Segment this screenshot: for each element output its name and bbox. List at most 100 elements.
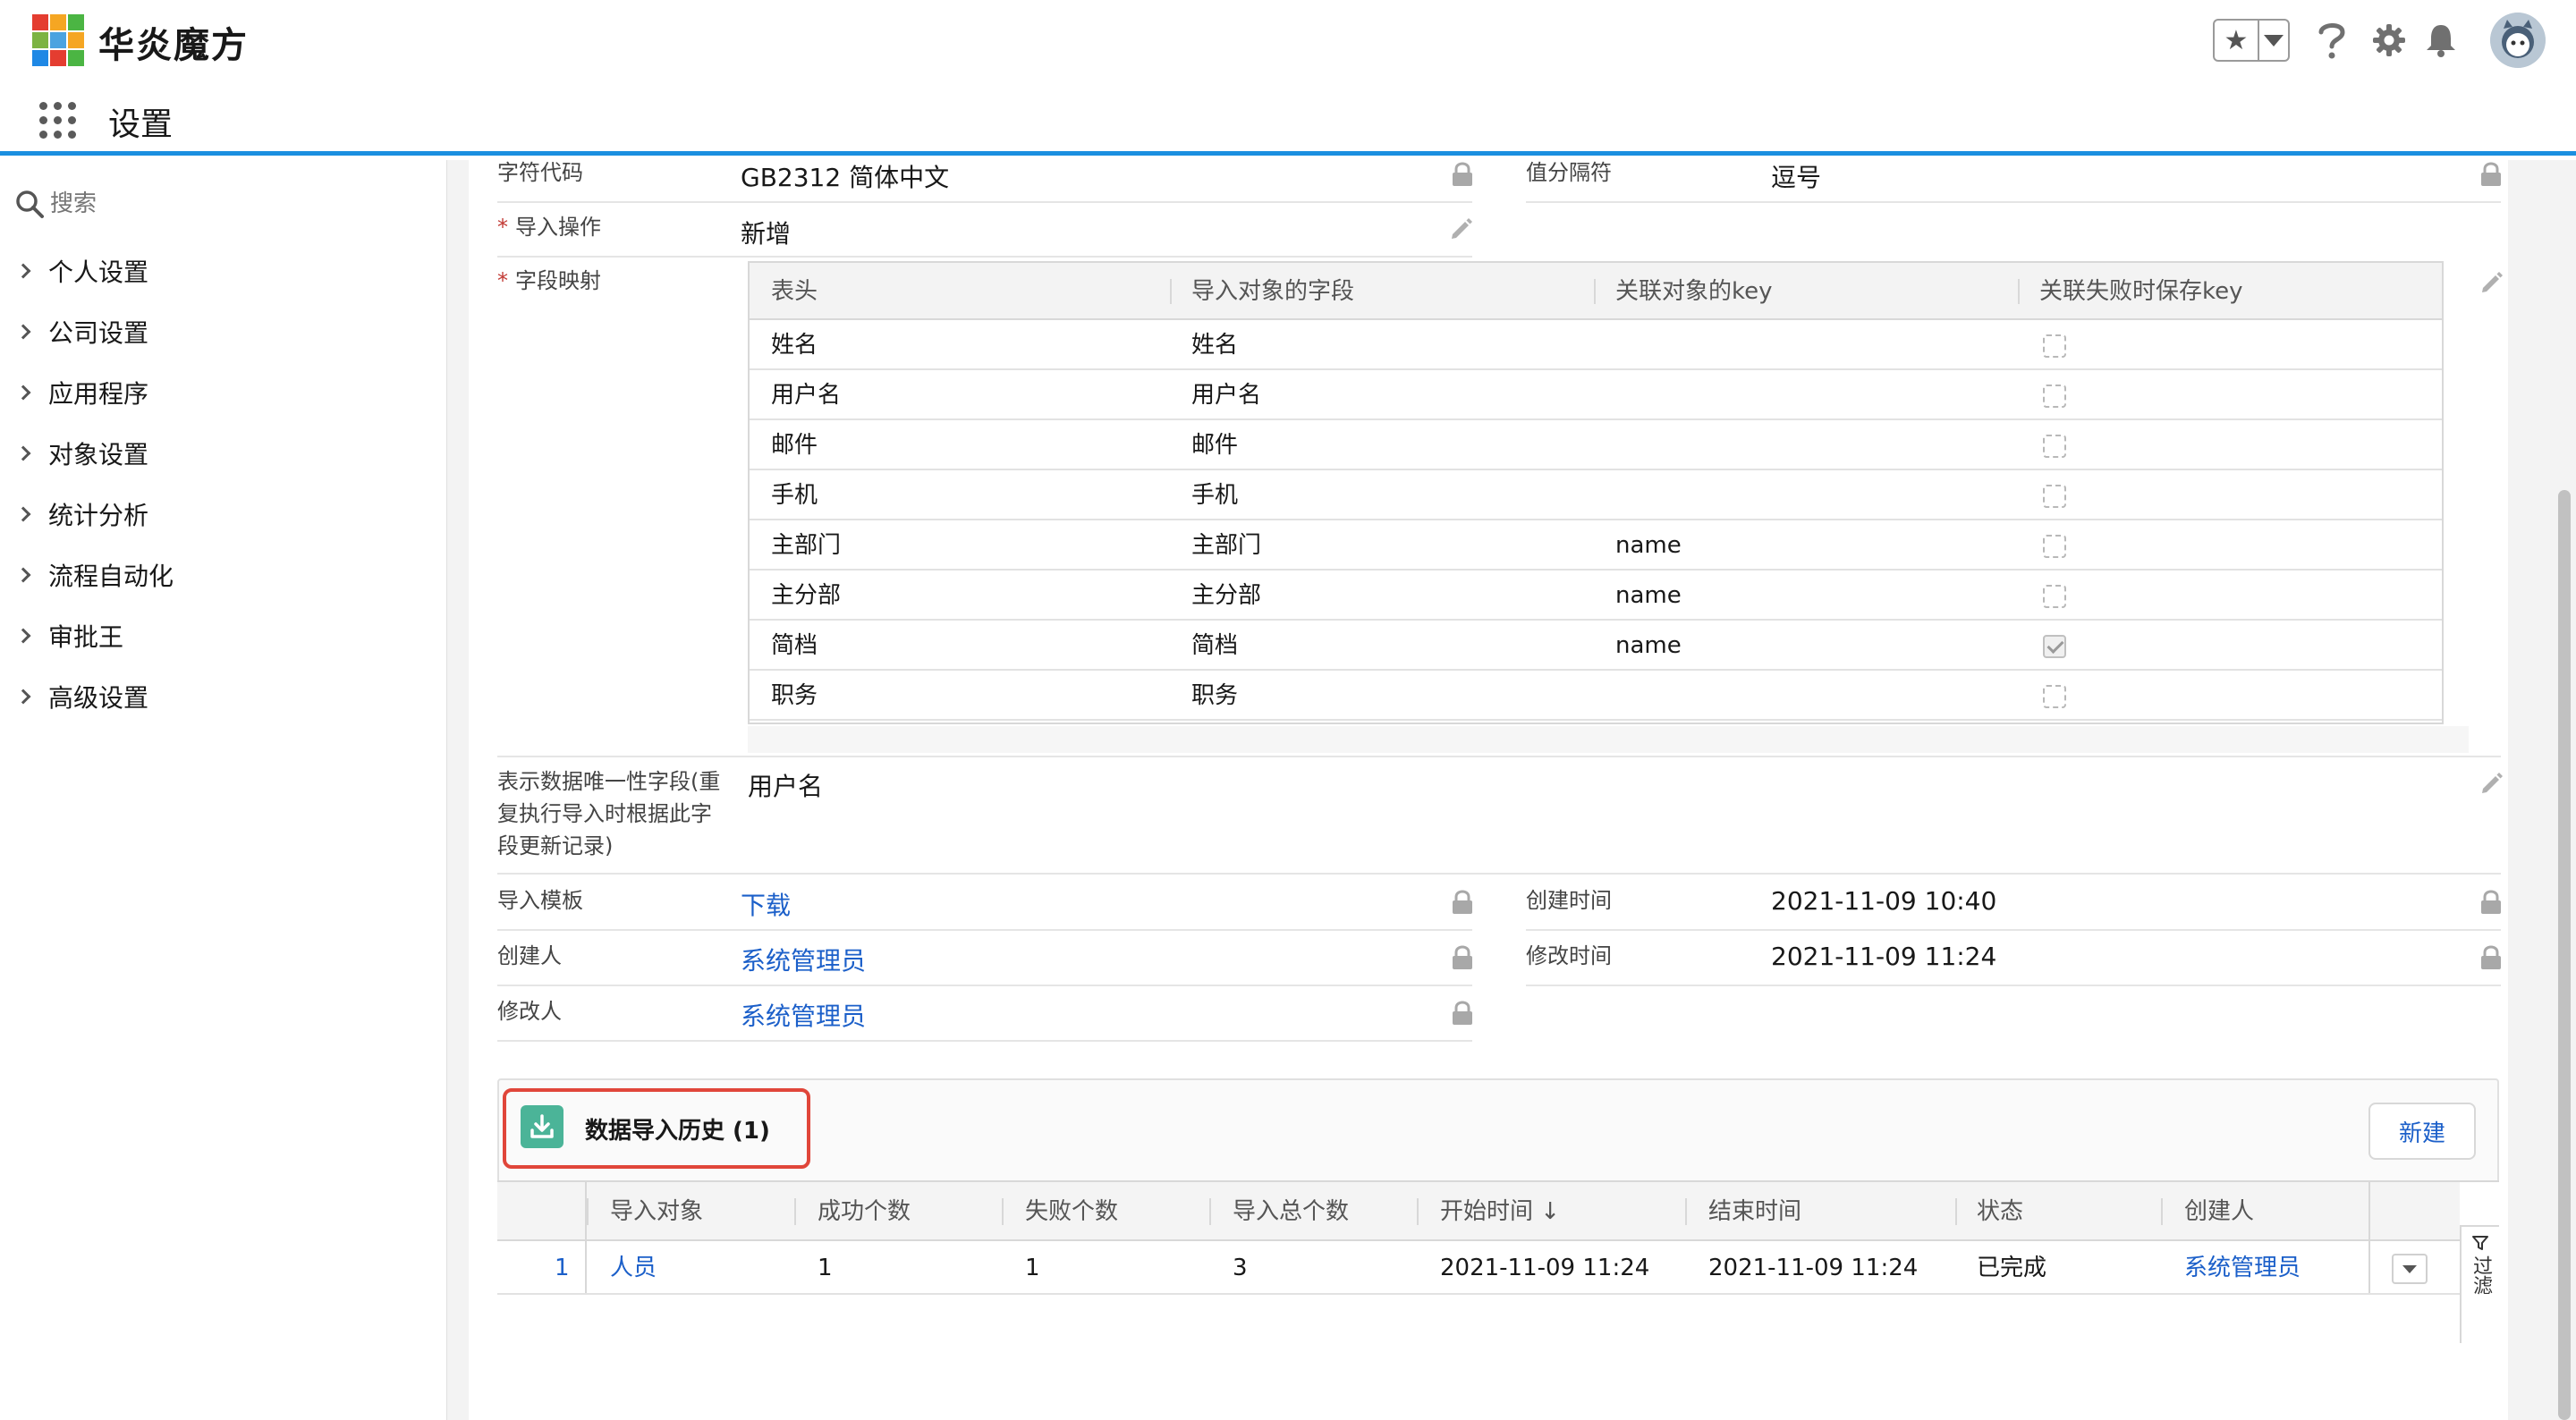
- field-cell: 简档: [1191, 632, 1239, 659]
- row-actions-dropdown[interactable]: [2392, 1254, 2428, 1284]
- favorites-dropdown-icon[interactable]: [2259, 21, 2288, 60]
- field-mapping-table: 表头 导入对象的字段 关联对象的key 关联失败时保存key 姓名 姓名 用户名 用户…: [748, 261, 2444, 724]
- divider: [497, 256, 1472, 258]
- save-key-checkbox[interactable]: [2043, 334, 2066, 358]
- header-cell: 主分部: [771, 582, 842, 609]
- search-icon: [16, 190, 44, 218]
- column-header: 导入对象的字段: [1191, 278, 1355, 305]
- table-row: 主分部 主分部 name: [750, 571, 2442, 621]
- sidebar-item-advanced-settings[interactable]: 高级设置: [15, 675, 428, 718]
- global-header: 华炎魔方 设置 ★: [0, 0, 2576, 156]
- column-header[interactable]: 结束时间: [1708, 1182, 1801, 1241]
- header-cell: 用户名: [771, 382, 842, 409]
- table-row: 1 人员 1 1 3 2021-11-09 11:24 2021-11-09 1…: [497, 1241, 2460, 1295]
- app-logo[interactable]: [32, 14, 84, 66]
- sidebar-item-label: 审批王: [48, 622, 124, 652]
- divider: [1526, 985, 2501, 986]
- table-row: 主部门 主部门 name: [750, 520, 2442, 571]
- column-header[interactable]: 导入总个数: [1233, 1182, 1349, 1241]
- chevron-right-icon: [15, 324, 31, 340]
- table-row: 简档 简档 name: [750, 621, 2442, 671]
- chevron-right-icon: [15, 689, 31, 705]
- help-icon[interactable]: [2309, 18, 2354, 63]
- sidebar-item-object-settings[interactable]: 对象设置: [15, 432, 428, 475]
- sidebar-item-company-settings[interactable]: 公司设置: [15, 310, 428, 353]
- save-key-checkbox[interactable]: [2043, 685, 2066, 708]
- divider: [497, 1040, 1472, 1042]
- key-cell: name: [1615, 632, 1682, 659]
- app-name: 华炎魔方: [98, 25, 249, 66]
- filter-button[interactable]: 过滤: [2460, 1225, 2499, 1343]
- header-cell: 简档: [771, 632, 818, 659]
- sidebar-item-label: 高级设置: [48, 683, 149, 713]
- sidebar-search[interactable]: [14, 182, 426, 226]
- sidebar-item-approval[interactable]: 审批王: [15, 614, 428, 657]
- creator-link[interactable]: 系统管理员: [741, 942, 866, 977]
- sidebar-item-label: 公司设置: [48, 318, 149, 348]
- chevron-right-icon: [15, 445, 31, 461]
- chevron-right-icon: [15, 567, 31, 583]
- filter-icon: [2472, 1236, 2488, 1250]
- favorites-button[interactable]: ★: [2213, 19, 2290, 62]
- separator-value: 逗号: [1771, 163, 1822, 192]
- modifier-link[interactable]: 系统管理员: [741, 997, 866, 1033]
- current-app-label: 设置: [108, 106, 174, 143]
- total-count: 3: [1233, 1255, 1248, 1281]
- lock-icon: [2481, 162, 2501, 186]
- column-header[interactable]: 导入对象: [610, 1182, 703, 1241]
- sidebar-item-process-automation[interactable]: 流程自动化: [15, 554, 428, 596]
- column-header: 关联失败时保存key: [2039, 278, 2243, 305]
- bell-icon[interactable]: [2419, 18, 2463, 63]
- sidebar-item-label: 对象设置: [48, 440, 149, 469]
- row-number: 1: [555, 1255, 570, 1281]
- table-row: 用户名 用户名: [750, 370, 2442, 420]
- save-key-checkbox[interactable]: [2043, 435, 2066, 458]
- save-key-checkbox[interactable]: [2043, 635, 2066, 658]
- charset-value: GB2312 简体中文: [741, 163, 950, 192]
- end-time: 2021-11-09 11:24: [1708, 1255, 1919, 1281]
- import-object-link[interactable]: 人员: [610, 1241, 657, 1295]
- download-icon: [521, 1105, 564, 1148]
- field-cell: 手机: [1191, 482, 1239, 509]
- lock-icon: [1453, 162, 1472, 186]
- related-list-title[interactable]: 数据导入历史 (1): [585, 1112, 770, 1145]
- gear-icon[interactable]: [2367, 18, 2411, 63]
- app-launcher-icon[interactable]: [39, 102, 77, 139]
- scrollbar-thumb[interactable]: [2558, 490, 2571, 1420]
- new-button[interactable]: 新建: [2368, 1103, 2476, 1160]
- header-cell: 邮件: [771, 432, 818, 459]
- save-key-checkbox[interactable]: [2043, 585, 2066, 608]
- creator-link[interactable]: 系统管理员: [2184, 1241, 2301, 1295]
- lock-icon: [1453, 890, 1472, 914]
- divider: [1526, 201, 2501, 203]
- field-cell: 主分部: [1191, 582, 1262, 609]
- header-cell: 主部门: [771, 532, 842, 559]
- edit-pencil-icon[interactable]: [2479, 270, 2504, 295]
- template-download-link[interactable]: 下载: [741, 886, 791, 922]
- created-time-value: 2021-11-09 10:40: [1771, 886, 1997, 916]
- column-header[interactable]: 成功个数: [818, 1182, 911, 1241]
- save-key-checkbox[interactable]: [2043, 535, 2066, 558]
- search-input[interactable]: [50, 190, 408, 217]
- column-header[interactable]: 状态: [1977, 1182, 2023, 1241]
- column-header[interactable]: 创建人: [2184, 1182, 2254, 1241]
- edit-pencil-icon[interactable]: [1449, 216, 1474, 241]
- table-header: 导入对象 成功个数 失败个数 导入总个数 开始时间 ↓ 结束时间 状态 创建人: [497, 1182, 2460, 1241]
- key-cell: name: [1615, 532, 1682, 559]
- column-header-sorted[interactable]: 开始时间 ↓: [1440, 1182, 1560, 1241]
- sidebar-item-applications[interactable]: 应用程序: [15, 371, 428, 414]
- avatar[interactable]: [2490, 13, 2546, 68]
- sidebar-item-personal-settings[interactable]: 个人设置: [15, 249, 428, 292]
- lock-icon: [2481, 890, 2501, 914]
- failed-count: 1: [1025, 1255, 1040, 1281]
- modified-time-value: 2021-11-09 11:24: [1771, 942, 1997, 971]
- edit-pencil-icon[interactable]: [2479, 771, 2504, 796]
- modified-time-label: 修改时间: [1526, 943, 1612, 968]
- sidebar-item-analytics[interactable]: 统计分析: [15, 493, 428, 536]
- key-cell: name: [1615, 582, 1682, 609]
- column-header[interactable]: 失败个数: [1025, 1182, 1118, 1241]
- favorite-star-icon[interactable]: ★: [2215, 21, 2259, 60]
- save-key-checkbox[interactable]: [2043, 485, 2066, 508]
- save-key-checkbox[interactable]: [2043, 385, 2066, 408]
- field-cell: 主部门: [1191, 532, 1262, 559]
